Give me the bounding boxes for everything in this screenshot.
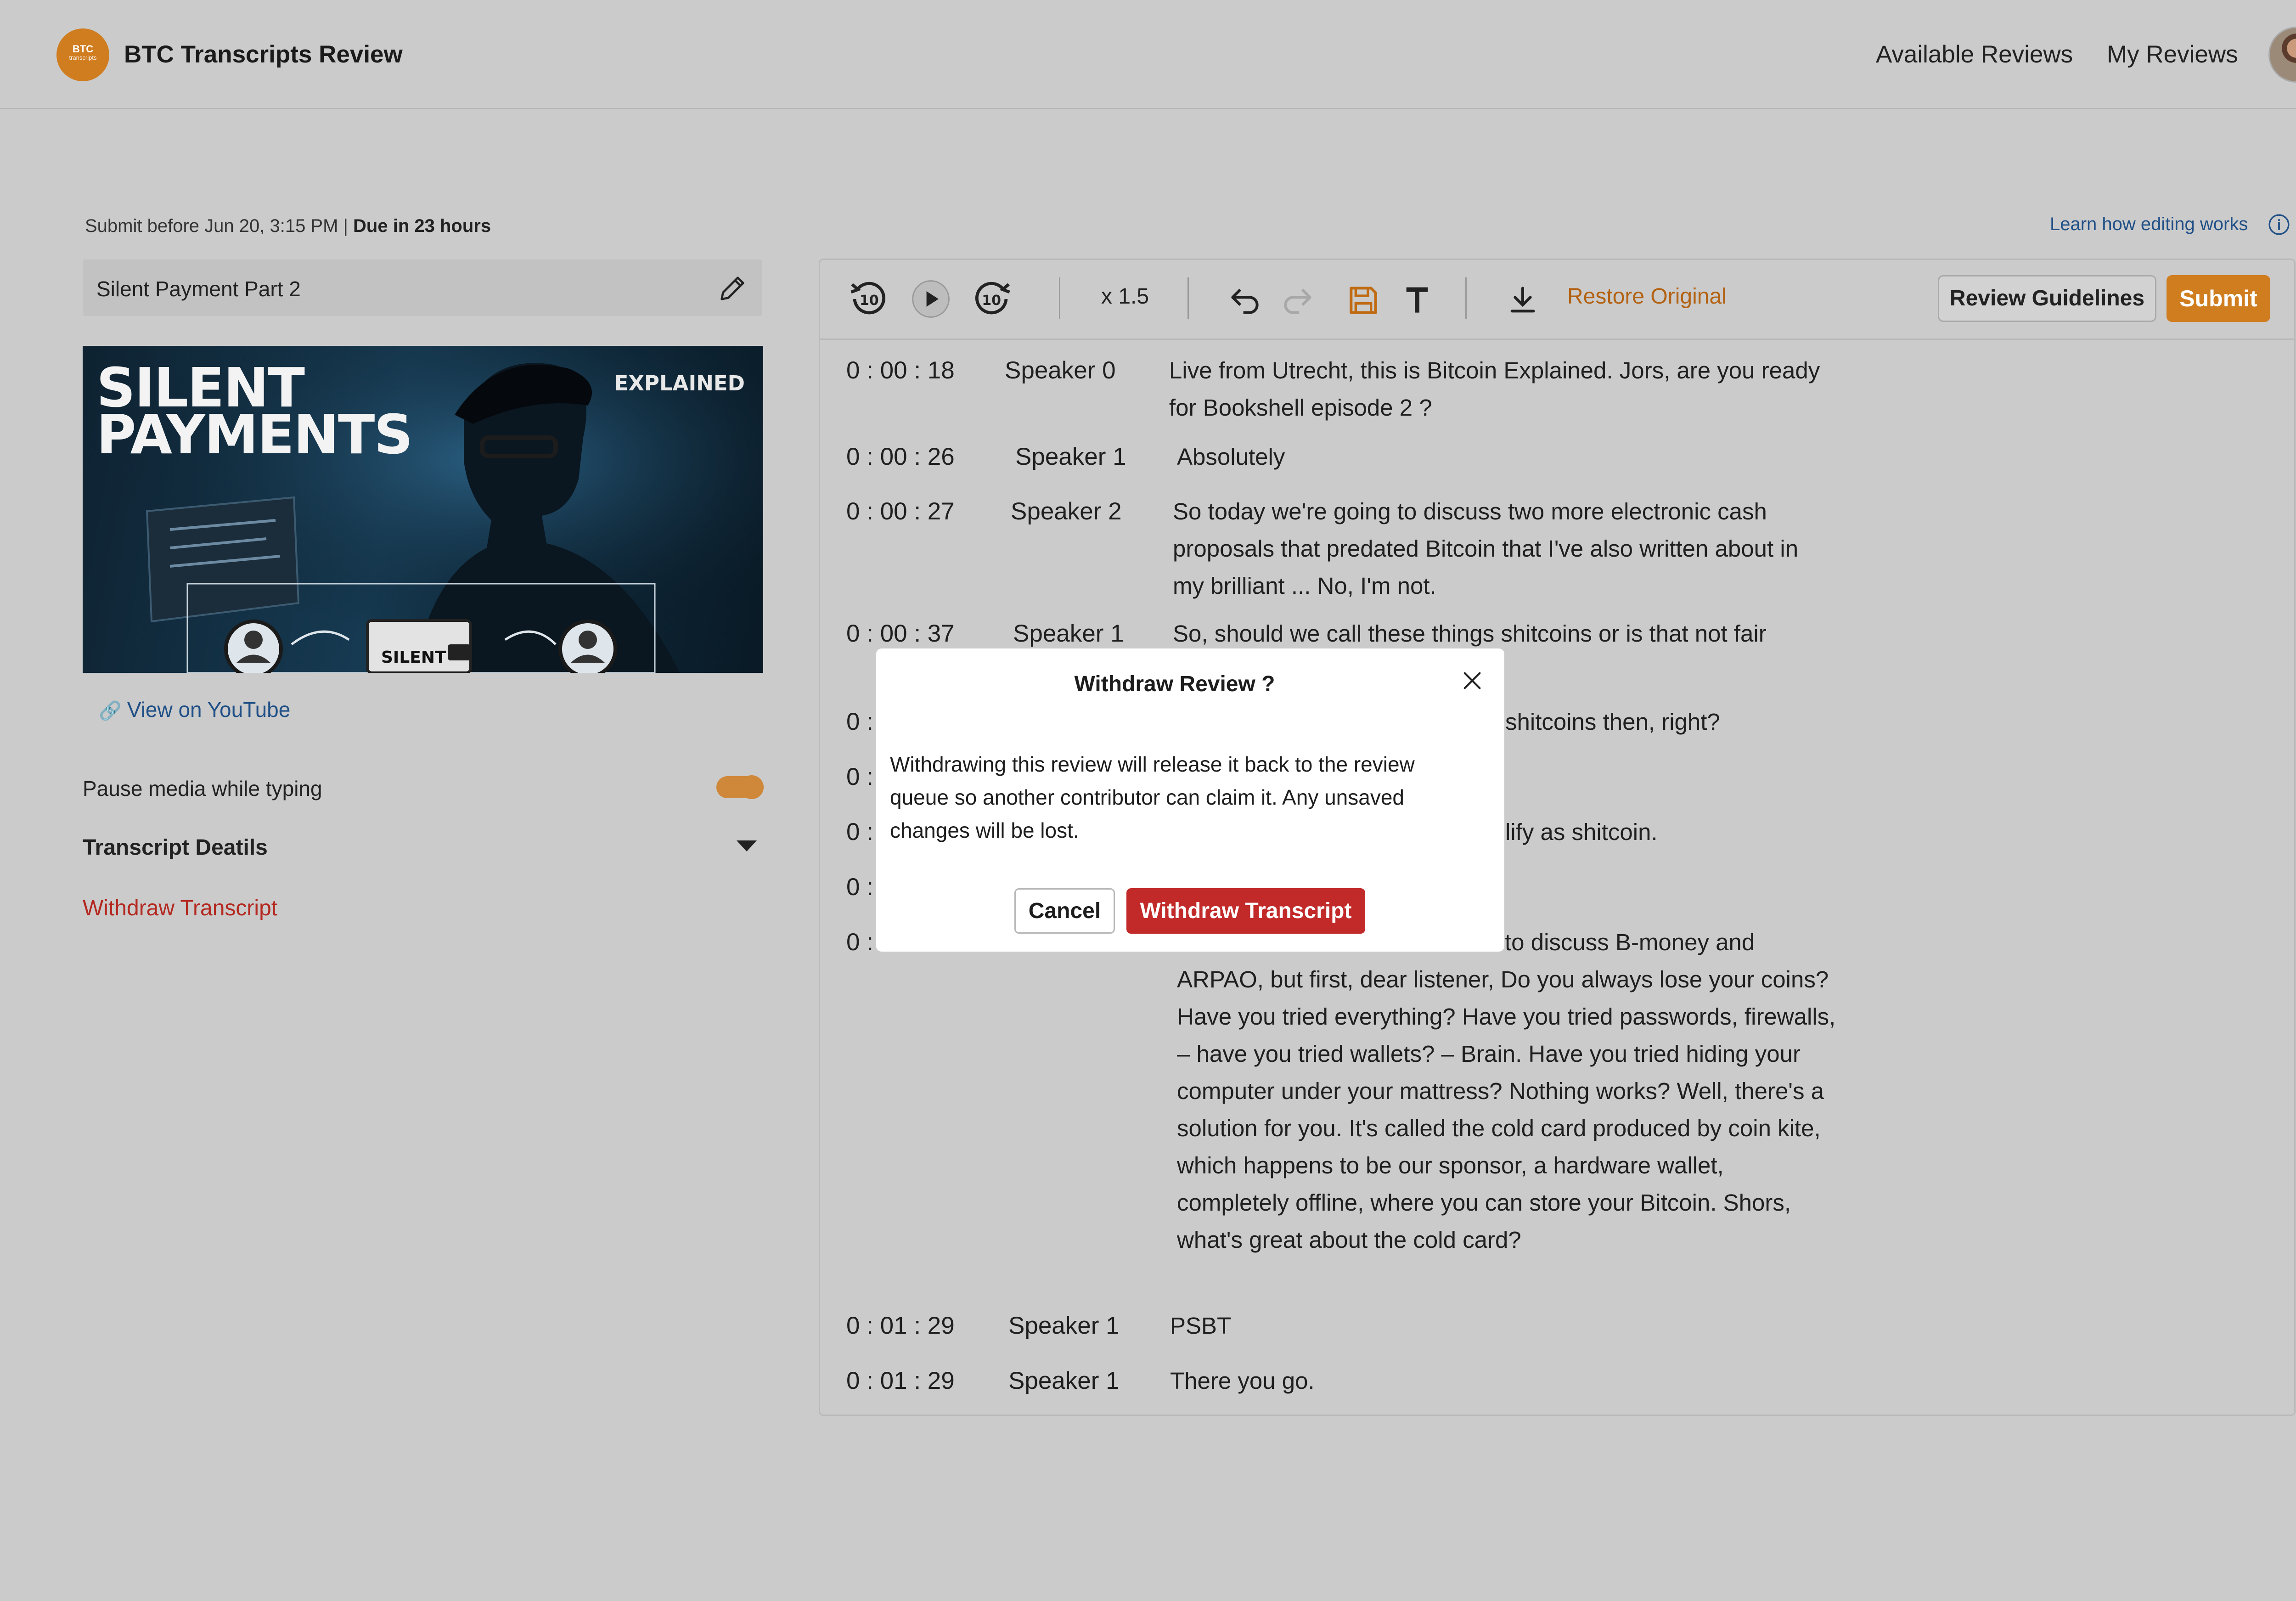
btc-logo[interactable]: BTC transcripts [56,28,109,81]
save-icon[interactable] [1345,282,1382,319]
cancel-button[interactable]: Cancel [1014,888,1115,934]
logo-text: BTC [72,43,94,55]
transcript-details-label[interactable]: Transcript Deatils [83,835,268,860]
row-timestamp[interactable]: 0 : [846,928,873,956]
row-timestamp[interactable]: 0 : 01 : 29 [846,1312,955,1340]
due-countdown: Due in 23 hours [353,216,491,236]
redo-icon[interactable] [1279,282,1316,319]
forward-10-icon[interactable]: 10 [972,278,1013,320]
row-timestamp[interactable]: 0 : 00 : 18 [846,356,955,384]
link-icon: 🔗 [99,701,122,721]
row-text[interactable]: lify as shitcoin. [1505,813,1827,851]
row-text[interactable]: Live from Utrecht, this is Bitcoin Expla… [1169,352,1821,426]
play-icon[interactable] [910,278,951,320]
user-avatar[interactable] [2268,27,2296,83]
row-timestamp[interactable]: 0 : [846,708,873,736]
transcript-title-box: Silent Payment Part 2 [83,259,762,316]
row-timestamp[interactable]: 0 : [846,818,873,846]
pause-media-toggle[interactable] [716,775,764,799]
thumbnail-tag: EXPLAINED [614,371,745,395]
app-title: BTC Transcripts Review [124,41,403,68]
toolbar-divider [1059,277,1060,319]
close-icon[interactable] [1459,668,1485,693]
row-timestamp[interactable]: 0 : [846,763,873,791]
toggle-knob [740,775,764,799]
toolbar-divider [1465,277,1467,319]
youtube-link-label: View on YouTube [127,698,291,722]
modal-title: Withdraw Review ? [1074,672,1275,696]
row-speaker[interactable]: Speaker 1 [1013,620,1124,648]
chevron-down-icon[interactable] [737,840,757,851]
row-speaker[interactable]: Speaker 0 [1005,356,1116,384]
svg-text:10: 10 [860,293,879,309]
toolbar-divider [1187,277,1189,319]
row-text[interactable]: There you go. [1170,1362,1850,1399]
editor-toolbar: 10 10 x 1.5 Restore Original Review Guid… [820,260,2294,340]
review-guidelines-button[interactable]: Review Guidelines [1938,275,2156,322]
pause-media-label: Pause media while typing [83,777,322,800]
video-thumbnail[interactable]: SILENT SILENT PAYMENTS EXPLAINED [83,346,763,673]
youtube-link[interactable]: 🔗 View on YouTube [99,697,290,722]
withdraw-review-modal: Withdraw Review ? Withdrawing this revie… [876,648,1504,952]
row-speaker[interactable]: Speaker 1 [1015,443,1126,471]
row-timestamp[interactable]: 0 : 00 : 37 [846,620,955,648]
row-text[interactable]: to discuss B-money and ARPAO, but first,… [1177,924,1838,1258]
transcript-title: Silent Payment Part 2 [96,277,301,301]
row-speaker[interactable]: Speaker 2 [1011,497,1122,525]
info-icon[interactable] [2268,213,2290,236]
row-timestamp[interactable]: 0 : [846,873,873,901]
app-root: BTC transcripts BTC Transcripts Review A… [0,0,2296,1601]
row-speaker[interactable]: Speaker 1 [1008,1312,1120,1340]
thumbnail-title-line2: PAYMENTS [96,403,413,466]
svg-text:10: 10 [982,293,1001,309]
thumbnail-title: SILENT PAYMENTS [96,361,413,466]
pencil-icon[interactable] [716,272,748,304]
undo-icon[interactable] [1227,282,1263,319]
top-header: BTC transcripts BTC Transcripts Review A… [0,0,2296,109]
withdraw-transcript-link[interactable]: Withdraw Transcript [83,896,277,921]
text-format-icon[interactable] [1399,282,1435,319]
due-prefix: Submit before Jun 20, 3:15 PM | [85,216,354,236]
wallet-label: SILENT [381,648,446,667]
row-text[interactable]: So today we're going to discuss two more… [1173,493,1825,604]
withdraw-transcript-button[interactable]: Withdraw Transcript [1126,888,1365,934]
row-speaker[interactable]: Speaker 1 [1008,1367,1120,1395]
row-timestamp[interactable]: 0 : 01 : 29 [846,1367,955,1395]
logo-subtext: transcripts [69,54,97,62]
rewind-10-icon[interactable]: 10 [848,278,889,320]
download-icon[interactable] [1504,282,1541,319]
row-text[interactable]: So, should we call these things shitcoin… [1173,615,1852,652]
learn-editing-link[interactable]: Learn how editing works [2050,214,2248,235]
row-text[interactable]: PSBT [1170,1307,1850,1344]
row-timestamp[interactable]: 0 : 00 : 26 [846,443,955,471]
nav-available-reviews[interactable]: Available Reviews [1876,40,2073,68]
playback-speed[interactable]: x 1.5 [1101,284,1149,309]
row-text[interactable]: shitcoins then, right? [1505,703,1827,740]
row-timestamp[interactable]: 0 : 00 : 27 [846,497,955,525]
row-text[interactable]: Absolutely [1177,438,1857,475]
submit-button[interactable]: Submit [2167,275,2270,322]
nav-my-reviews[interactable]: My Reviews [2107,40,2238,68]
modal-message: Withdrawing this review will release it … [890,752,1415,842]
restore-original-button[interactable]: Restore Original [1567,284,1727,309]
due-info: Submit before Jun 20, 3:15 PM | Due in 2… [85,216,491,237]
